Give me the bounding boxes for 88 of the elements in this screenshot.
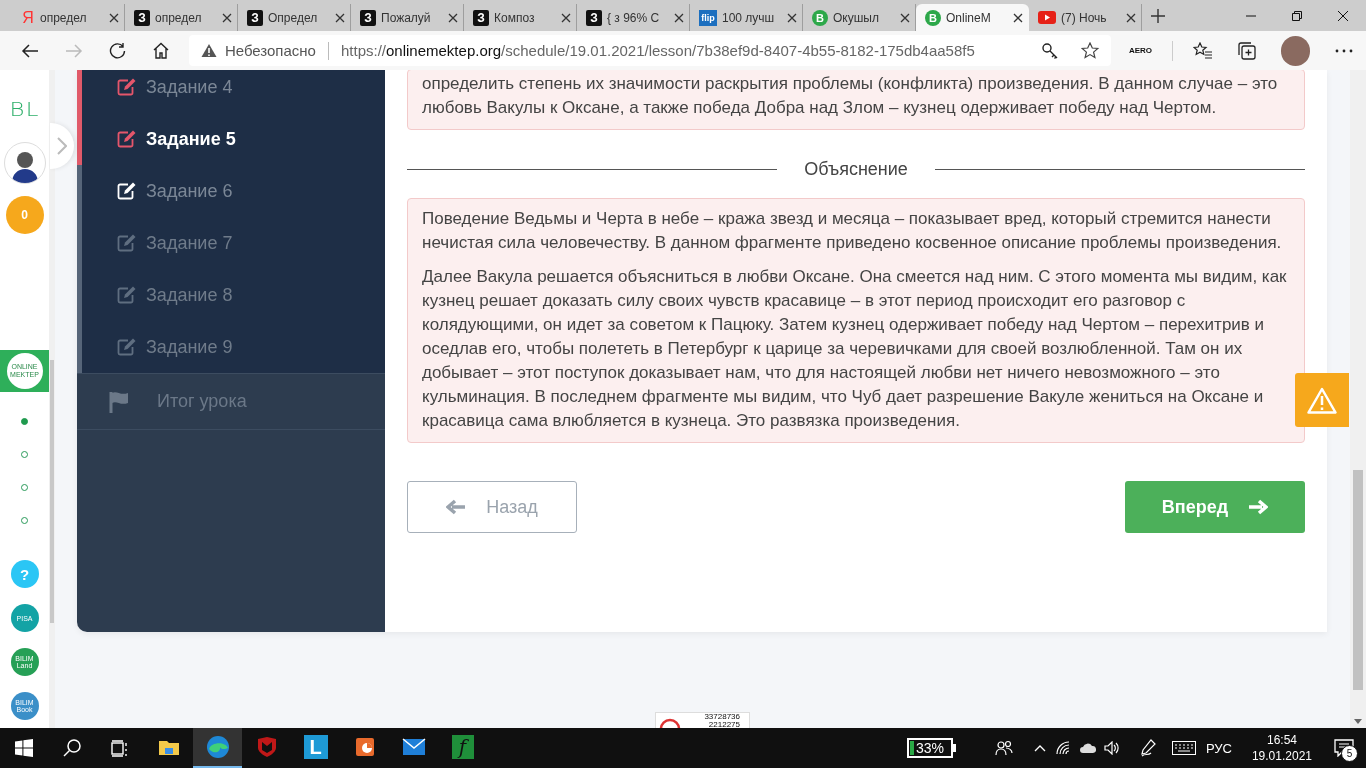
ring-icon (659, 718, 681, 728)
video-play-icon (1038, 11, 1056, 24)
volume-icon[interactable] (1103, 741, 1120, 755)
notification-count: 5 (1341, 745, 1358, 762)
add-favorite-icon[interactable] (1080, 41, 1101, 60)
close-icon[interactable] (448, 12, 458, 23)
browser-icon (205, 735, 230, 759)
browser-tab[interactable]: B OnlineM (916, 4, 1029, 31)
edit-icon (117, 286, 137, 304)
site-icon: B (812, 9, 828, 26)
edit-icon (117, 182, 137, 200)
url-text: https://onlinemektep.org/schedule/19.01.2021/lesson/7b38ef9d-8407-4b55-8182-175db4aa58f5 (340, 42, 976, 59)
chevron-right-icon (57, 137, 67, 155)
edit-icon (117, 130, 137, 148)
arrow-left-icon (446, 499, 467, 515)
close-icon[interactable] (109, 12, 119, 23)
keyboard-icon[interactable] (1171, 741, 1196, 755)
clock-time: 16:54 (1266, 732, 1297, 748)
restore-icon[interactable] (1291, 9, 1303, 22)
warning-icon (200, 43, 217, 58)
close-icon[interactable] (335, 12, 345, 23)
refresh-icon[interactable] (108, 42, 126, 59)
clock-date: 19.01.2021 (1251, 748, 1312, 764)
close-icon[interactable] (1013, 12, 1023, 23)
search-icon[interactable] (63, 739, 81, 757)
language-indicator[interactable]: РУС (1205, 728, 1232, 768)
explanation-text: Далее Вакула решается объясниться в любви Оксане. Она смеется над ним. С этого момента мы видим, как кузнец решает доказать силу своих чувств красавице – в этот период происходит его разговор с колядующими, он идет за советом к Пацюку. Затем кузнец одерживает победу над Чертом – перехитрив и оседлав его, чтобы полететь в Петербург к царице за черевичками для своей возлюбленной. Там он их добывает – этот поступок доказывает нам, что для настоящей любви нет ничего невозможного – это кульминация. В последнем фрагменте мы видим, что Чуб дает разрешение Вакуле жениться на Оксане и красавица сама влюбляется в кузнеца. Это развязка произведения. (422, 266, 1288, 432)
step-dot[interactable] (21, 418, 28, 425)
address-bar[interactable]: Небезопасно https://onlinemektep.org/schedule/19.01.2021/lesson/7b38ef9d-8407-4b55-8182-175db4aa58f5 (188, 35, 1111, 66)
counter-value: 33728736 (704, 713, 740, 721)
explanation-text: Поведение Ведьмы и Черта в небе – кража звезд и месяца – показывает вред, который стремится нанести нечистая сила человечеству. В данном фрагменте приведено косвенное описание проблемы произведения. (422, 208, 1283, 254)
arrow-right-icon (1248, 499, 1269, 515)
answer-text: определить степень их значимости раскрытия проблемы (конфликта) произведения. В данном случае – это любовь Вакулы к Оксане, а также победа Добра над Злом – кузнец одерживает победу над Чертом. (407, 70, 1305, 130)
close-icon[interactable] (222, 12, 232, 23)
site-icon: B (925, 9, 941, 26)
counter-value: 2212275 (707, 721, 740, 728)
task-view-icon[interactable] (111, 739, 129, 757)
close-icon[interactable] (1337, 9, 1349, 22)
close-icon[interactable] (787, 12, 797, 23)
close-icon[interactable] (900, 12, 910, 23)
site-icon: З (134, 9, 150, 26)
people-icon[interactable] (994, 740, 1013, 756)
edit-icon (117, 78, 137, 96)
mail-icon (401, 738, 426, 756)
scrollbar-thumb[interactable] (50, 360, 54, 623)
scroll-down-icon[interactable] (1354, 719, 1362, 724)
extension-label[interactable]: AERO (1128, 46, 1153, 55)
edit-icon (117, 234, 137, 252)
site-icon: З (360, 9, 376, 26)
app-icon: f (451, 735, 474, 759)
section-heading: Объяснение (803, 158, 909, 181)
cloud-icon[interactable] (1078, 742, 1097, 754)
taskbar-app[interactable]: f (438, 728, 487, 768)
presentation-icon (353, 736, 376, 758)
wifi-icon[interactable] (1055, 741, 1072, 755)
close-icon[interactable] (561, 12, 571, 23)
edit-icon (117, 338, 137, 356)
profile-avatar[interactable] (1280, 35, 1311, 66)
site-icon: З (586, 9, 602, 26)
flag-icon (107, 389, 131, 414)
clock[interactable]: 16:54 19.01.2021 (1241, 728, 1322, 768)
collections-icon[interactable] (1237, 41, 1256, 60)
key-icon[interactable] (1040, 41, 1059, 60)
message-icon (1334, 739, 1354, 757)
taskbar-app[interactable] (193, 728, 242, 768)
warning-icon (1307, 386, 1337, 414)
scrollbar-thumb[interactable] (1353, 470, 1363, 690)
notifications-button[interactable]: 5 (1322, 728, 1366, 768)
score-badge: 0 (5, 196, 44, 234)
pen-icon[interactable] (1139, 739, 1156, 757)
site-icon: З (473, 9, 489, 26)
shield-icon (256, 736, 277, 758)
new-tab-icon[interactable] (1150, 7, 1166, 24)
chevron-up-icon[interactable] (1033, 744, 1046, 752)
app-icon: L (303, 735, 328, 759)
security-label: Небезопасно (224, 42, 316, 59)
site-icon: З (247, 9, 263, 26)
home-icon[interactable] (152, 42, 170, 59)
site-icon: flip (699, 9, 717, 26)
favorites-icon[interactable] (1192, 41, 1213, 60)
more-icon[interactable] (1335, 48, 1354, 53)
back-icon[interactable] (20, 42, 39, 59)
close-icon[interactable] (1126, 12, 1136, 23)
close-icon[interactable] (674, 12, 684, 23)
folder-icon (157, 738, 180, 756)
start-icon[interactable] (15, 739, 33, 757)
site-icon: Я (21, 8, 35, 27)
battery-indicator[interactable]: 33% (906, 728, 956, 768)
